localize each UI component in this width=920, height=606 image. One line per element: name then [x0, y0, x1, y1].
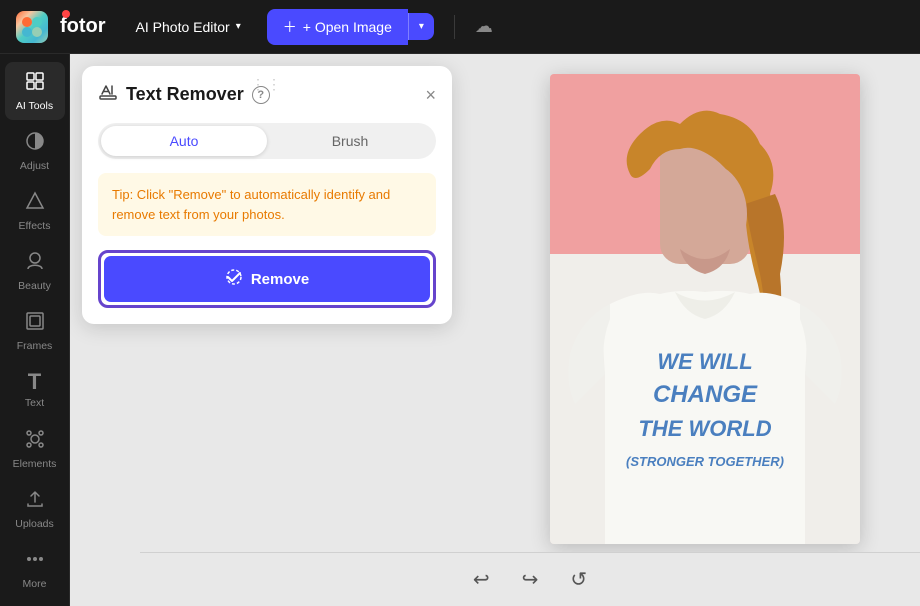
logo-text: fotor — [60, 15, 106, 38]
sidebar-item-elements[interactable]: Elements — [5, 420, 65, 478]
sidebar-item-more[interactable]: More — [5, 540, 65, 598]
sidebar: AI Tools Adjust Effects — [0, 54, 70, 606]
sidebar-item-ai-tools[interactable]: AI Tools — [5, 62, 65, 120]
beauty-icon — [24, 250, 46, 276]
text-remover-panel: ⋮⋮ Text Remover ? — [82, 66, 452, 324]
content-area: ⋮⋮ Text Remover ? — [70, 54, 920, 606]
close-icon: × — [425, 86, 436, 104]
sidebar-item-effects[interactable]: Effects — [5, 182, 65, 240]
remove-button[interactable]: Remove — [104, 256, 430, 302]
frames-icon — [24, 310, 46, 336]
remove-icon — [225, 268, 243, 290]
open-image-button[interactable]: ＋ + Open Image — [267, 9, 408, 45]
mode-toggle: Auto Brush — [98, 123, 436, 159]
sidebar-label-text: Text — [25, 397, 44, 409]
chevron-down-icon: ▾ — [236, 21, 241, 32]
sidebar-label-frames: Frames — [17, 340, 53, 352]
topbar: fotor AI Photo Editor ▾ ＋ + Open Image ▾… — [0, 0, 920, 54]
undo-icon: ↩ — [473, 569, 490, 591]
sidebar-label-more: More — [23, 578, 47, 590]
open-image-label: + Open Image — [303, 19, 392, 35]
sidebar-label-ai-tools: AI Tools — [16, 100, 53, 112]
sidebar-item-beauty[interactable]: Beauty — [5, 242, 65, 300]
sidebar-label-elements: Elements — [13, 458, 57, 470]
text-remover-panel-icon — [98, 82, 118, 107]
cloud-icon[interactable]: ☁ — [475, 16, 493, 37]
redo-button[interactable]: ↪ — [516, 561, 545, 598]
notification-dot — [62, 10, 70, 18]
tip-text: Tip: Click "Remove" to automatically ide… — [112, 187, 390, 222]
auto-mode-button[interactable]: Auto — [101, 126, 267, 156]
svg-text:WE WILL: WE WILL — [657, 349, 752, 374]
tip-box: Tip: Click "Remove" to automatically ide… — [98, 173, 436, 236]
open-image-dropdown-button[interactable]: ▾ — [408, 13, 434, 40]
topbar-divider — [454, 15, 455, 39]
adjust-icon — [24, 130, 46, 156]
undo-button[interactable]: ↩ — [467, 561, 496, 598]
drag-handle[interactable]: ⋮⋮ — [251, 76, 283, 93]
remove-button-wrapper: Remove — [98, 250, 436, 308]
open-image-group: ＋ + Open Image ▾ — [267, 9, 434, 45]
sidebar-item-uploads[interactable]: Uploads — [5, 480, 65, 538]
logo-icon — [16, 11, 48, 43]
panel-title-group: Text Remover ? — [98, 82, 270, 107]
editor-mode-button[interactable]: AI Photo Editor ▾ — [126, 13, 251, 41]
main-area: AI Tools Adjust Effects — [0, 54, 920, 606]
close-button[interactable]: × — [425, 86, 436, 104]
svg-text:(STRONGER TOGETHER): (STRONGER TOGETHER) — [626, 454, 784, 469]
redo-icon: ↪ — [522, 569, 539, 591]
effects-icon — [24, 190, 46, 216]
auto-mode-label: Auto — [170, 133, 199, 149]
svg-text:CHANGE: CHANGE — [653, 381, 758, 408]
elements-icon — [24, 428, 46, 454]
sidebar-label-uploads: Uploads — [15, 518, 54, 530]
sidebar-item-frames[interactable]: Frames — [5, 302, 65, 360]
editor-mode-label: AI Photo Editor — [136, 19, 230, 35]
sidebar-item-adjust[interactable]: Adjust — [5, 122, 65, 180]
bottom-bar: ↩ ↪ ↺ — [140, 552, 920, 606]
more-icon — [24, 548, 46, 574]
panel-title: Text Remover — [126, 84, 244, 105]
brush-mode-label: Brush — [332, 133, 369, 149]
brush-mode-button[interactable]: Brush — [267, 126, 433, 156]
reset-icon: ↺ — [570, 569, 587, 591]
remove-label: Remove — [251, 271, 309, 288]
sidebar-label-beauty: Beauty — [18, 280, 51, 292]
uploads-icon — [24, 488, 46, 514]
text-icon: T — [28, 371, 41, 393]
sidebar-item-text[interactable]: T Text — [5, 362, 65, 418]
sidebar-label-adjust: Adjust — [20, 160, 49, 172]
reset-button[interactable]: ↺ — [564, 561, 593, 598]
sidebar-label-effects: Effects — [19, 220, 51, 232]
photo-container: WE WILL CHANGE THE WORLD (STRONGER TOGET… — [550, 74, 860, 544]
plus-icon: ＋ — [283, 17, 297, 37]
ai-tools-icon — [24, 70, 46, 96]
svg-text:THE WORLD: THE WORLD — [638, 416, 771, 441]
